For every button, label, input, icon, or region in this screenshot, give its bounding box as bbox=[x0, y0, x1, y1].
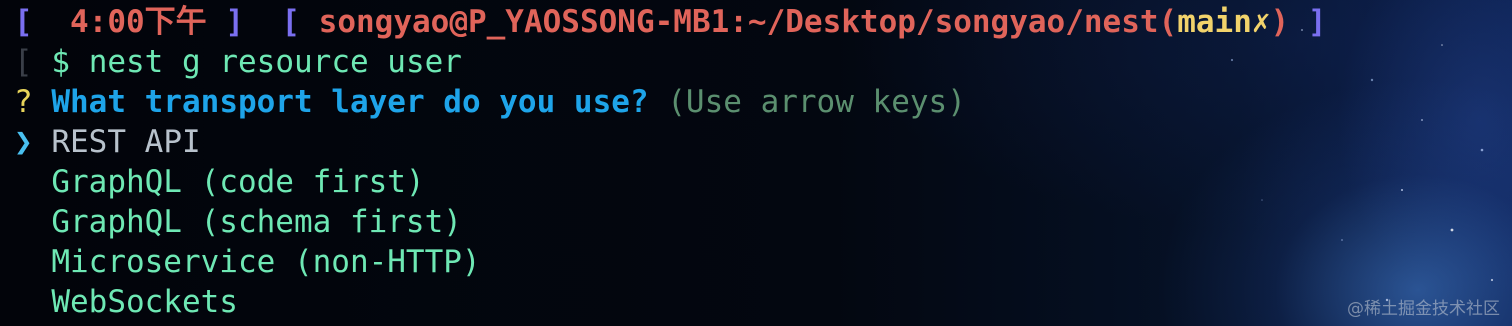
git-branch-name: main bbox=[1177, 4, 1252, 40]
git-dirty-icon: ✗ bbox=[1251, 4, 1271, 40]
option-label: GraphQL (schema first) bbox=[51, 204, 462, 240]
question-mark-icon: ? bbox=[14, 84, 33, 120]
question-hint: (Use arrow keys) bbox=[667, 84, 966, 120]
prompt-header-line: [ 4:00下午 ] [ songyao@P_YAOSSONG-MB1:~/De… bbox=[14, 2, 1502, 42]
path-open-bracket: [ bbox=[281, 4, 300, 40]
prompt-time: 4:00下午 bbox=[70, 4, 207, 40]
prompt-user-path: songyao@P_YAOSSONG-MB1:~/Desktop/songyao… bbox=[318, 4, 1159, 40]
time-close-bracket: ] bbox=[225, 4, 244, 40]
question-text: What transport layer do you use? bbox=[51, 84, 649, 120]
option-label: WebSockets bbox=[51, 284, 238, 320]
option-graphql-schema-first[interactable]: GraphQL (schema first) bbox=[14, 202, 1502, 242]
path-close-bracket: ] bbox=[1307, 4, 1327, 40]
option-label: GraphQL (code first) bbox=[51, 164, 425, 200]
command-line: [ $ nest g resource user bbox=[14, 42, 1502, 82]
prompt-dollar: $ bbox=[51, 44, 71, 80]
branch-open-paren: ( bbox=[1158, 4, 1178, 40]
option-graphql-code-first[interactable]: GraphQL (code first) bbox=[14, 162, 1502, 202]
branch-close-paren: ) bbox=[1270, 4, 1290, 40]
selection-pointer-icon: ❯ bbox=[14, 124, 33, 160]
option-label-selected: REST API bbox=[51, 124, 201, 160]
terminal-window[interactable]: [ 4:00下午 ] [ songyao@P_YAOSSONG-MB1:~/De… bbox=[0, 0, 1512, 326]
question-line: ? What transport layer do you use? (Use … bbox=[14, 82, 1502, 122]
option-rest-api[interactable]: ❯ REST API bbox=[14, 122, 1502, 162]
option-microservice[interactable]: Microservice (non-HTTP) bbox=[14, 242, 1502, 282]
prompt-left-edge: [ bbox=[14, 44, 33, 80]
option-label: Microservice (non-HTTP) bbox=[51, 244, 481, 280]
command-text: nest g resource user bbox=[88, 44, 462, 80]
watermark-text: @稀土掘金技术社区 bbox=[1347, 299, 1500, 319]
time-open-bracket: [ bbox=[14, 4, 33, 40]
option-websockets[interactable]: WebSockets bbox=[14, 282, 1502, 322]
